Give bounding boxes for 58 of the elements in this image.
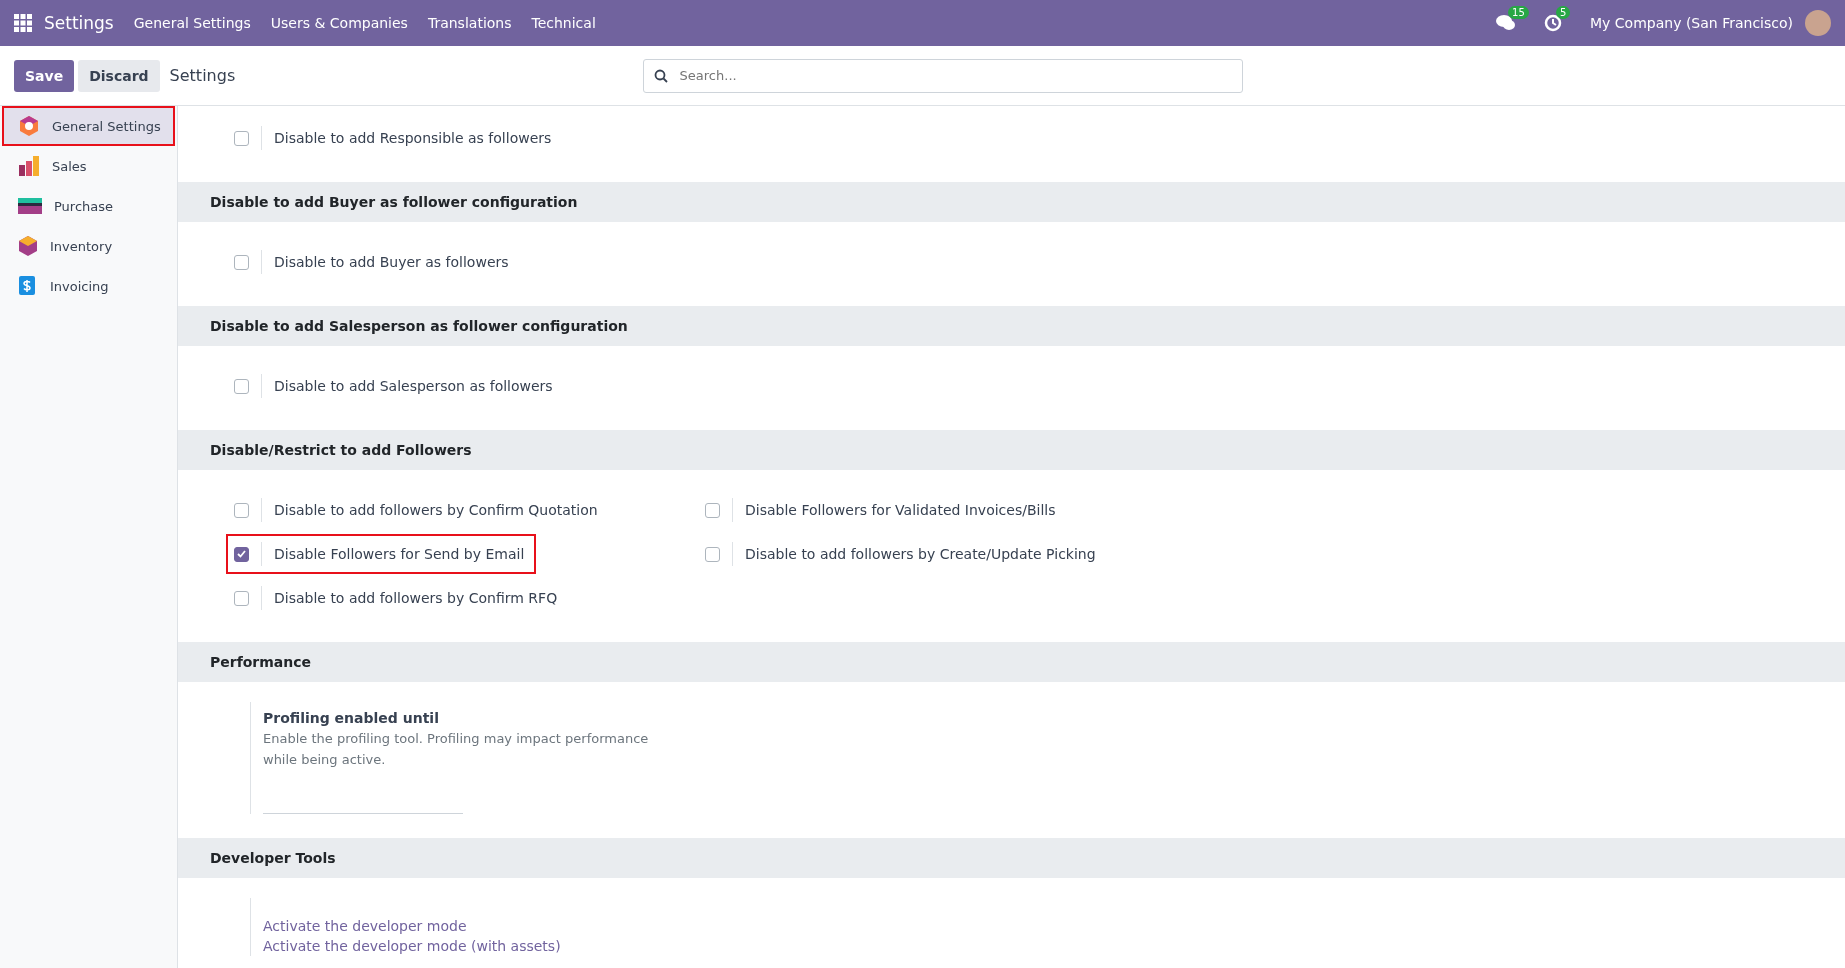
setting-label: Disable to add followers by Confirm Quotation [274, 502, 598, 518]
sidebar-item[interactable]: Inventory [2, 226, 175, 266]
checkbox[interactable] [234, 254, 249, 270]
setting-label: Disable to add Salesperson as followers [274, 378, 553, 394]
activity-count-badge: 5 [1556, 6, 1571, 19]
hexagon-icon [18, 115, 40, 137]
app-name[interactable]: Settings [44, 13, 114, 33]
setting-label: Disable to add followers by Create/Update Picking [745, 546, 1096, 562]
user-avatar[interactable] [1805, 10, 1831, 36]
section-header: Disable/Restrict to add Followers [178, 430, 1845, 470]
search-field[interactable]: Search... [642, 58, 1243, 93]
sidebar-item[interactable]: Invoicing [2, 266, 175, 306]
setting-label: Disable to add followers by Confirm RFQ [274, 590, 558, 606]
checkbox[interactable] [234, 546, 249, 562]
section-header: Performance [178, 642, 1845, 682]
developer-link[interactable]: Activate the developer mode [263, 916, 1845, 936]
bar-chart-icon [18, 155, 40, 177]
clock-icon[interactable] [1544, 14, 1563, 32]
setting-label: Profiling enabled until [263, 710, 440, 726]
setting-label: Disable to add Buyer as followers [274, 254, 509, 270]
setting-label: Disable Followers for Send by Email [274, 546, 525, 562]
section-header: Developer Tools [178, 838, 1845, 878]
sidebar-label: Sales [52, 158, 87, 174]
section-header: Disable to add Salesperson as follower configuration [178, 306, 1845, 346]
invoice-icon [18, 275, 38, 297]
menu-item[interactable]: Users & Companies [270, 15, 408, 31]
checkmark-icon [237, 550, 246, 558]
sidebar-label: Inventory [50, 238, 113, 254]
menu-item[interactable]: Translations [427, 15, 512, 31]
checkbox[interactable] [234, 378, 249, 394]
app-grid-icon[interactable] [14, 14, 32, 32]
save-button[interactable]: Save [14, 59, 75, 92]
sidebar-item[interactable]: Purchase [2, 186, 175, 226]
message-count-badge: 15 [1508, 6, 1529, 19]
checkbox[interactable] [234, 590, 249, 606]
checkbox[interactable] [705, 546, 720, 562]
sidebar-item[interactable]: General Settings [2, 106, 175, 146]
card-icon [18, 198, 42, 214]
company-switcher[interactable]: My Company (San Francisco) [1590, 15, 1793, 31]
page-title: Settings [169, 66, 237, 85]
sidebar-label: Purchase [54, 198, 114, 214]
menu-item[interactable]: Technical [531, 15, 596, 31]
section-header: Disable to add Buyer as follower configuration [178, 182, 1845, 222]
checkbox[interactable] [234, 502, 249, 518]
menu-item[interactable]: General Settings [133, 15, 251, 31]
setting-help: Enable the profiling tool. Profiling may impact performance while being active. [263, 730, 650, 769]
checkbox[interactable] [705, 502, 720, 518]
discard-button[interactable]: Discard [78, 59, 160, 92]
setting-label: Disable Followers for Validated Invoices/Bills [745, 502, 1056, 518]
cube-icon [18, 235, 38, 257]
setting-label: Disable to add Responsible as followers [274, 130, 552, 146]
checkbox[interactable] [234, 130, 249, 146]
developer-link[interactable]: Activate the developer mode (with assets) [263, 936, 1845, 956]
sidebar-label: Invoicing [50, 278, 109, 294]
sidebar-item[interactable]: Sales [2, 146, 175, 186]
sidebar-label: General Settings [52, 118, 161, 134]
chat-icon[interactable] [1496, 14, 1517, 32]
search-icon [653, 68, 668, 83]
